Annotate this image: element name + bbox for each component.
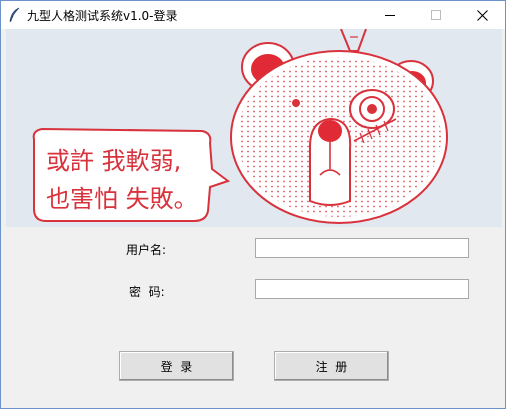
- minimize-icon: [385, 15, 395, 16]
- password-label: 密 码:: [129, 285, 165, 299]
- username-label: 用户名:: [126, 243, 167, 257]
- close-icon: [476, 9, 488, 21]
- speech-text-line1: 或許 我軟弱,: [46, 147, 181, 175]
- speech-text-line2: 也害怕 失敗。: [46, 185, 198, 213]
- window-title: 九型人格测试系统v1.0-登录: [27, 9, 178, 23]
- password-input[interactable]: [255, 279, 469, 299]
- login-button[interactable]: 登 录: [119, 351, 234, 381]
- banner-image: 或許 我軟弱, 也害怕 失敗。: [6, 29, 502, 227]
- maximize-button[interactable]: [413, 1, 459, 29]
- login-window: 九型人格测试系统v1.0-登录 或許 我軟弱, 也害怕 失敗。 用户名: 密 码…: [0, 0, 506, 409]
- username-input[interactable]: [255, 238, 469, 258]
- register-button[interactable]: 注 册: [274, 351, 389, 381]
- title-bar[interactable]: 九型人格测试系统v1.0-登录: [1, 1, 505, 29]
- bear-illustration: 或許 我軟弱, 也害怕 失敗。: [6, 29, 502, 227]
- minimize-button[interactable]: [367, 1, 413, 29]
- feather-icon: [8, 7, 22, 23]
- maximize-icon: [431, 10, 441, 20]
- close-button[interactable]: [459, 1, 505, 29]
